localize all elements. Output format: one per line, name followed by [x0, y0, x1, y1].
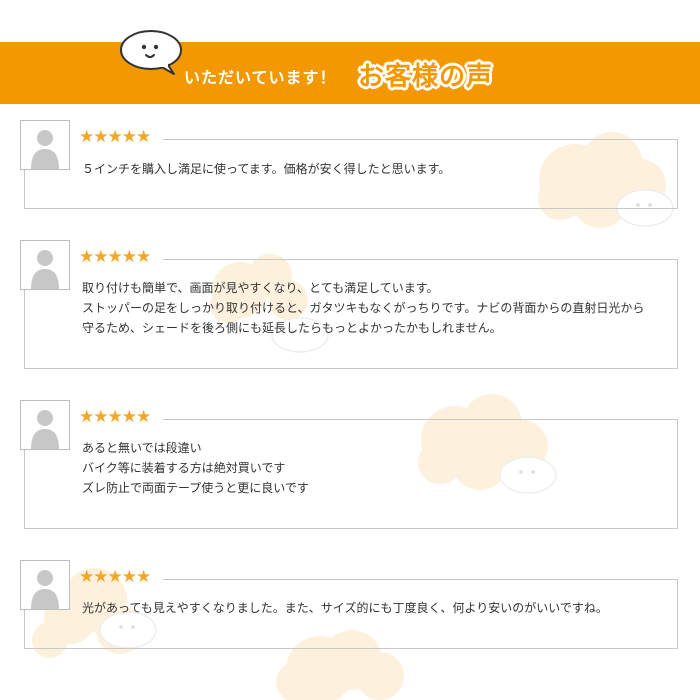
review-line: 守るため、シェードを後ろ側にも延長したらもっとよかったかもしれません。	[82, 321, 502, 335]
star-rating: ★★★★★	[79, 127, 151, 147]
speech-bubble-face-icon	[120, 30, 182, 75]
review-line: バイク等に装着する方は絶対買いです	[82, 461, 286, 475]
review-item: ★★★★★ 取り付けも簡単で、画面が見やすくなり、とても満足しています。 ストッ…	[0, 240, 700, 370]
review-text: 光があっても見えやすくなりました。また、サイズ的にも丁度良く、何より安いのがいい…	[82, 598, 608, 618]
user-silhouette-icon	[20, 120, 70, 170]
user-silhouette-icon	[20, 400, 70, 450]
review-line: 光があっても見えやすくなりました。また、サイズ的にも丁度良く、何より安いのがいい…	[82, 601, 608, 615]
header-banner	[0, 42, 700, 104]
user-silhouette-icon	[20, 240, 70, 290]
review-text: あると無いでは段違い バイク等に装着する方は絶対買いです ズレ防止で両面テープ使…	[82, 438, 309, 498]
review-item: ★★★★★ 光があっても見えやすくなりました。また、サイズ的にも丁度良く、何より…	[0, 560, 700, 650]
header-subtitle: いただいています！	[184, 68, 337, 87]
review-text: 取り付けも簡単で、画面が見やすくなり、とても満足しています。 ストッパーの足をし…	[82, 278, 644, 338]
review-line: あると無いでは段違い	[82, 441, 202, 455]
user-silhouette-icon	[20, 560, 70, 610]
star-rating: ★★★★★	[79, 247, 151, 267]
review-line: ストッパーの足をしっかり取り付けると、ガタツキもなくがっちりです。ナビの背面から…	[82, 301, 645, 315]
review-line: 取り付けも簡単で、画面が見やすくなり、とても満足しています。	[82, 281, 439, 295]
page-title: お客様の声	[358, 62, 494, 92]
star-rating: ★★★★★	[79, 407, 151, 427]
review-item: ★★★★★ あると無いでは段違い バイク等に装着する方は絶対買いです ズレ防止で…	[0, 400, 700, 530]
review-line: ズレ防止で両面テープ使うと更に良いです	[82, 481, 309, 495]
review-item: ★★★★★ ５インチを購入し満足に使ってます。価格が安く得したと思います。	[0, 120, 700, 210]
review-text: ５インチを購入し満足に使ってます。価格が安く得したと思います。	[82, 159, 450, 179]
review-line: ５インチを購入し満足に使ってます。価格が安く得したと思います。	[82, 162, 451, 176]
star-rating: ★★★★★	[79, 567, 151, 587]
